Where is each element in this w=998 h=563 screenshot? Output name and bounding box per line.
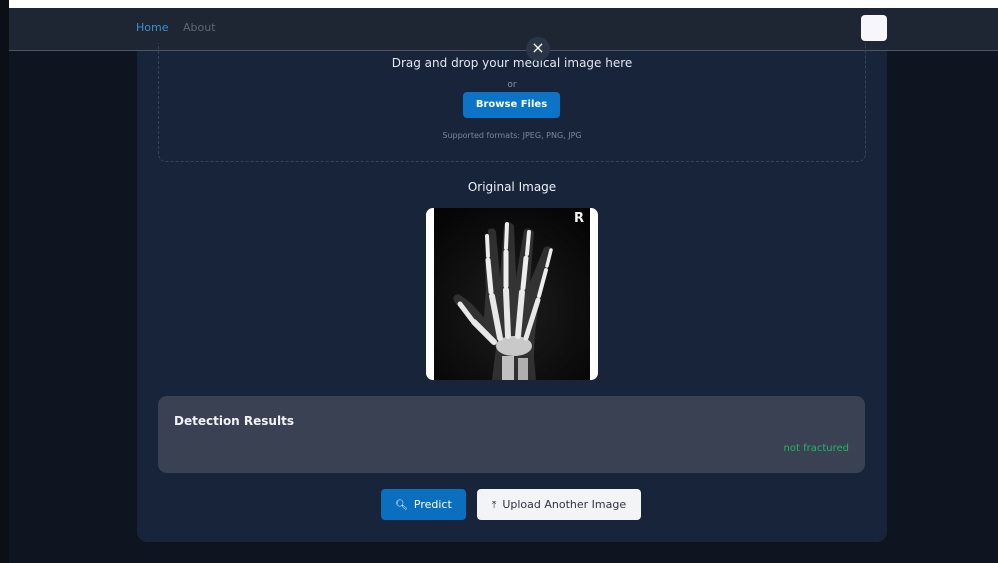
search-icon: 🔍︎	[395, 500, 408, 511]
nav-about-link[interactable]: About	[183, 21, 216, 34]
predict-button[interactable]: 🔍︎ Predict	[381, 489, 466, 520]
upload-button-label: Upload Another Image	[502, 498, 627, 511]
dropzone[interactable]: Drag and drop your medical image here or…	[158, 37, 866, 162]
dropzone-or-text: or	[507, 80, 517, 90]
detection-status: not fractured	[783, 443, 849, 454]
window-top-edge	[0, 0, 998, 8]
close-icon[interactable]: ×	[526, 37, 550, 61]
original-image-title: Original Image	[467, 180, 557, 194]
detection-results-panel: Detection Results not fractured	[158, 396, 865, 473]
nav-home-link[interactable]: Home	[136, 21, 168, 34]
window-left-edge	[0, 0, 9, 563]
upload-icon: ⤒	[491, 500, 497, 511]
browse-files-button[interactable]: Browse Files	[463, 92, 560, 118]
supported-formats-text: Supported formats: JPEG, PNG, JPG	[442, 131, 582, 140]
hand-xray-graphic: R	[434, 208, 590, 380]
detection-results-title: Detection Results	[174, 414, 294, 428]
user-menu-button[interactable]	[861, 15, 887, 41]
xray-marker-letter: R	[574, 211, 584, 226]
predict-button-label: Predict	[413, 498, 452, 511]
xray-image: R	[426, 208, 598, 380]
upload-another-image-button[interactable]: ⤒ Upload Another Image	[477, 489, 641, 520]
upload-card: Drag and drop your medical image here or…	[137, 37, 887, 542]
dropzone-title: Drag and drop your medical image here	[391, 56, 633, 70]
